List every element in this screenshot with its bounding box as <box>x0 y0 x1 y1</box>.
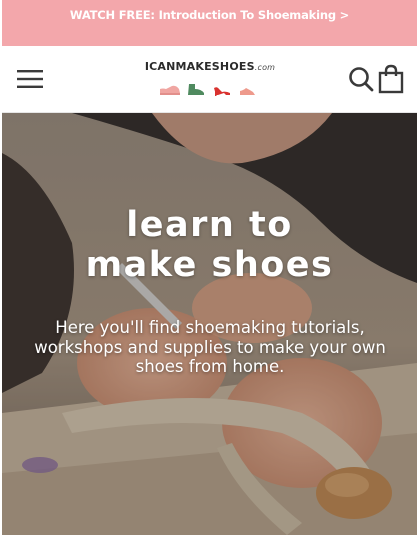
hero-title-line-1: learn to <box>126 205 293 245</box>
search-icon <box>349 67 374 92</box>
page: WATCH FREE: Introduction To Shoemaking >… <box>2 0 417 535</box>
hero-title-line-2: make shoes <box>85 245 334 285</box>
logo-wordmark: ICANMAKESHOES.com <box>144 60 276 73</box>
announcement-bar[interactable]: WATCH FREE: Introduction To Shoemaking > <box>2 0 417 46</box>
site-logo[interactable]: ICANMAKESHOES.com <box>130 60 290 100</box>
search-button[interactable] <box>347 65 375 93</box>
hero-subtitle: Here you'll find shoemaking tutorials, w… <box>34 318 386 376</box>
site-header: ICANMAKESHOES.com <box>2 46 417 113</box>
announcement-link[interactable]: WATCH FREE: Introduction To Shoemaking > <box>70 8 349 22</box>
menu-button[interactable] <box>15 65 45 93</box>
hero-title: learn to make shoes <box>2 205 417 285</box>
shopping-bag-icon <box>378 64 404 94</box>
cart-button[interactable] <box>377 64 405 94</box>
hamburger-menu-icon <box>17 70 43 88</box>
hero-banner[interactable]: learn to make shoes Here you'll find sho… <box>2 113 417 535</box>
logo-shoes-icon <box>160 84 255 96</box>
